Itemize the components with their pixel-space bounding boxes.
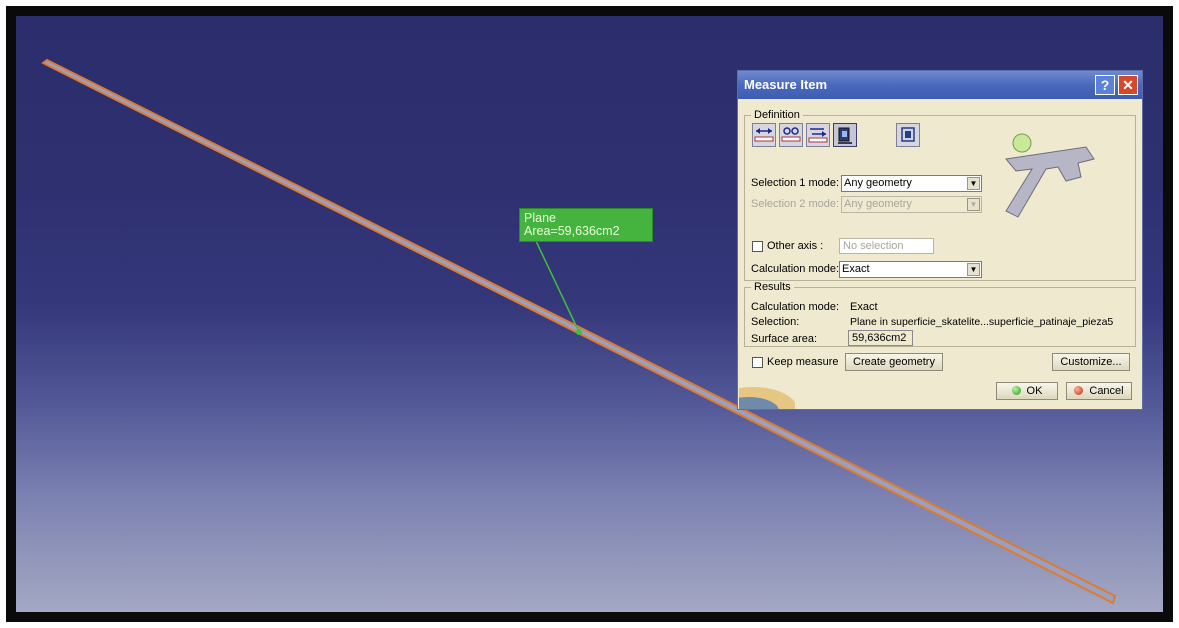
other-axis-label: Other axis : [767, 240, 824, 252]
ok-label: OK [1026, 385, 1043, 397]
selection1-mode-select[interactable]: Any geometry ▼ [841, 175, 982, 192]
results-selection-value: Plane in superficie_skatelite...superfic… [850, 316, 1114, 328]
customize-button[interactable]: Customize... [1052, 353, 1130, 371]
dialog-titlebar[interactable]: Measure Item ? ✕ [738, 71, 1142, 99]
measure-item-between-icon[interactable] [779, 123, 803, 147]
calculation-mode-value: Exact [842, 263, 870, 275]
chevron-down-icon: ▼ [967, 263, 980, 276]
surface-area-label: Surface area: [751, 333, 818, 345]
results-calc-mode-value: Exact [850, 301, 878, 313]
results-legend: Results [751, 281, 794, 294]
measure-chain-icon[interactable] [806, 123, 830, 147]
chevron-down-icon: ▼ [967, 198, 980, 211]
keep-measure-checkbox[interactable] [752, 357, 763, 368]
selection1-mode-value: Any geometry [844, 177, 912, 189]
chevron-down-icon: ▼ [967, 177, 980, 190]
calculation-mode-select[interactable]: Exact ▼ [839, 261, 982, 278]
selection1-mode-label: Selection 1 mode: [751, 177, 840, 189]
definition-legend: Definition [751, 109, 803, 122]
caliper-icon [1005, 133, 1095, 218]
other-axis-checkbox[interactable] [752, 241, 763, 252]
catia-logo-icon [739, 387, 795, 409]
measure-between-icon[interactable] [752, 123, 776, 147]
measure-thickness-icon[interactable] [896, 123, 920, 147]
ok-button[interactable]: OK [996, 382, 1058, 400]
cancel-label: Cancel [1089, 385, 1124, 397]
create-geometry-button[interactable]: Create geometry [845, 353, 943, 371]
measure-point [576, 329, 582, 335]
results-selection-label: Selection: [751, 316, 800, 328]
selection2-mode-label: Selection 2 mode: [751, 198, 840, 210]
selection2-mode-value: Any geometry [844, 198, 912, 210]
calculation-mode-label: Calculation mode: [751, 263, 840, 275]
cancel-button[interactable]: Cancel [1066, 382, 1132, 400]
help-icon[interactable]: ? [1095, 75, 1115, 95]
annotation-area: Area=59,636cm2 [524, 224, 620, 238]
keep-measure-label: Keep measure [767, 356, 839, 368]
measure-item-dialog: Measure Item ? ✕ Definition Selection 1 … [737, 70, 1143, 410]
cancel-icon [1074, 386, 1084, 395]
close-icon[interactable]: ✕ [1118, 75, 1138, 95]
dialog-title: Measure Item [744, 77, 828, 92]
selection2-mode-select: Any geometry ▼ [841, 196, 982, 213]
measure-item-icon[interactable] [833, 123, 857, 147]
other-axis-field[interactable]: No selection [839, 238, 934, 254]
measure-annotation[interactable]: Plane Area=59,636cm2 [519, 208, 653, 242]
surface-area-value: 59,636cm2 [848, 330, 913, 346]
results-calc-mode-label: Calculation mode: [751, 301, 840, 313]
ok-icon [1011, 386, 1021, 395]
